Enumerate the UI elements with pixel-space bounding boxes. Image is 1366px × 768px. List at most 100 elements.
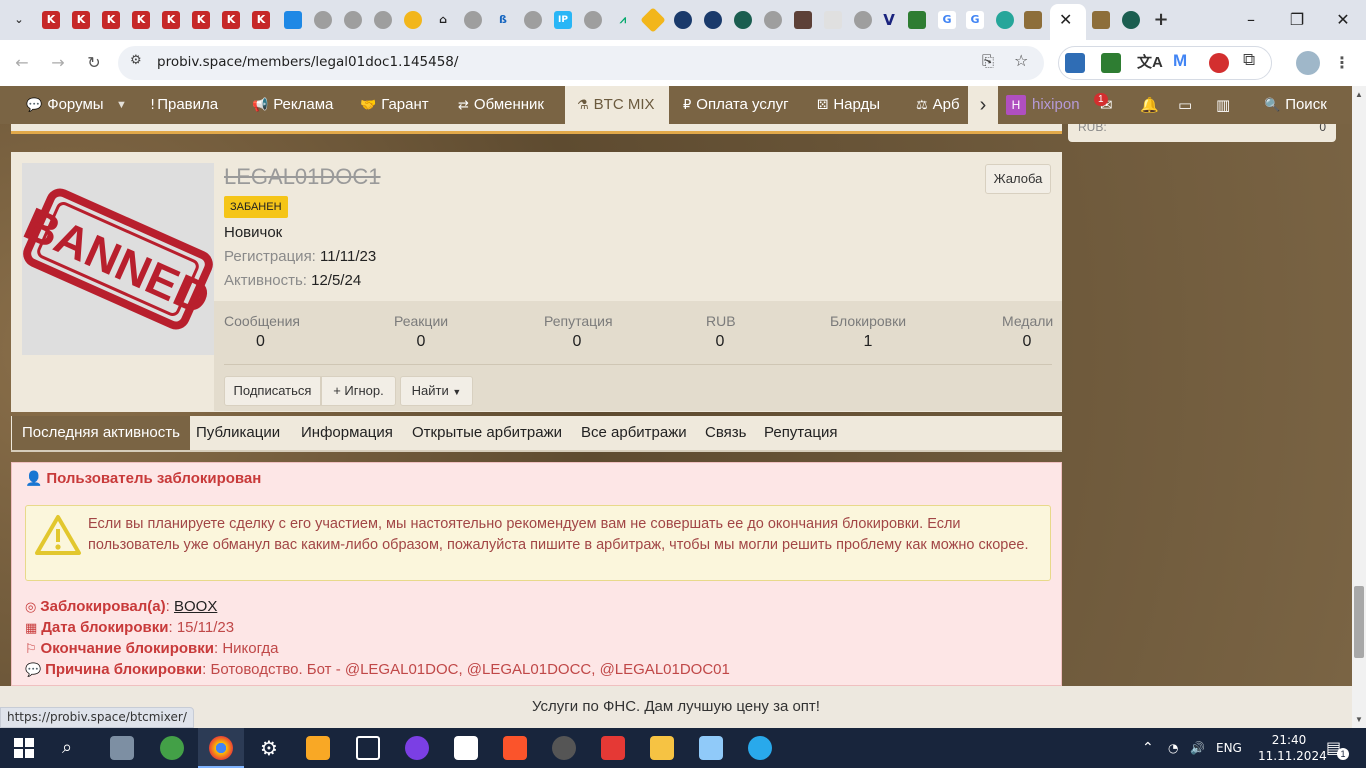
extension-icon[interactable]: [1101, 53, 1121, 73]
ad-banner[interactable]: Услуги по ФНС. Дам лучшую цену за опт!: [0, 686, 1352, 728]
extension-icon[interactable]: [1209, 53, 1229, 73]
tab-favicon-google-icon[interactable]: G: [966, 11, 984, 29]
menu-kebab-icon[interactable]: ⋮: [1330, 51, 1354, 75]
minimize-icon[interactable]: –: [1236, 8, 1266, 32]
tab-favicon-icon[interactable]: [824, 11, 842, 29]
tab-all-arbitrations[interactable]: Все арбитражи: [581, 416, 687, 450]
tab-favicon-k-icon[interactable]: K: [72, 11, 90, 29]
tab-favicon-v-icon[interactable]: V: [880, 11, 898, 29]
stat-reactions[interactable]: Реакции 0: [394, 313, 448, 351]
volume-icon[interactable]: 🔊: [1190, 728, 1205, 768]
taskbar-settings-icon[interactable]: ⚙: [260, 728, 278, 768]
nav-btc-mix[interactable]: ⚗ BTC MIX: [565, 86, 669, 124]
nav-backgammon[interactable]: ⚄ Нарды: [817, 86, 880, 124]
extension-mail-icon[interactable]: [1065, 53, 1085, 73]
stat-bans[interactable]: Блокировки 1: [830, 313, 906, 351]
forward-icon[interactable]: →: [46, 51, 70, 75]
nav-rules[interactable]: ! Правила: [150, 86, 218, 124]
scroll-up-icon[interactable]: ▲: [1355, 90, 1363, 99]
tab-favicon-icon[interactable]: [908, 11, 926, 29]
tab-reputation[interactable]: Репутация: [764, 416, 837, 450]
taskbar-app-icon[interactable]: [699, 736, 723, 760]
ad-text[interactable]: Услуги по ФНС. Дам лучшую цену за опт!: [0, 698, 1352, 715]
tab-favicon-globe-icon[interactable]: [374, 11, 392, 29]
active-tab[interactable]: ✕: [1050, 4, 1086, 40]
taskbar-app-icon[interactable]: [306, 736, 330, 760]
stat-medals[interactable]: Медали 0: [1002, 313, 1053, 351]
tab-favicon-icon[interactable]: [1024, 11, 1042, 29]
stats-chart-icon[interactable]: ▥: [1216, 86, 1230, 124]
find-dropdown-button[interactable]: Найти ▼: [400, 376, 473, 406]
tab-favicon-icon[interactable]: [284, 11, 302, 29]
bookmark-star-icon[interactable]: ☆: [1014, 51, 1028, 70]
taskbar-app-icon[interactable]: [110, 736, 134, 760]
tab-favicon-icon[interactable]: [674, 11, 692, 29]
reload-icon[interactable]: ↻: [82, 51, 106, 75]
tab-information[interactable]: Информация: [301, 416, 393, 450]
taskbar-chrome-icon[interactable]: [209, 736, 233, 760]
tab-favicon-globe-icon[interactable]: [344, 11, 362, 29]
tab-favicon-k-icon[interactable]: K: [222, 11, 240, 29]
scroll-down-icon[interactable]: ▼: [1355, 715, 1363, 724]
windows-start-icon[interactable]: [14, 738, 34, 758]
tab-favicon-globe-icon[interactable]: [464, 11, 482, 29]
tab-contact[interactable]: Связь: [705, 416, 746, 450]
tab-favicon-globe-icon[interactable]: [524, 11, 542, 29]
tab-favicon-globe-icon[interactable]: [854, 11, 872, 29]
nav-arbitration[interactable]: ⚖ Арб: [916, 86, 968, 124]
tab-latest-activity[interactable]: Последняя активность: [12, 416, 190, 450]
back-icon[interactable]: ←: [10, 51, 34, 75]
taskbar-explorer-icon[interactable]: [650, 736, 674, 760]
tab-favicon-icon[interactable]: ß: [494, 11, 512, 29]
tab-favicon-icon[interactable]: [1092, 11, 1110, 29]
search-button[interactable]: 🔍 Поиск: [1264, 86, 1327, 124]
scrollbar-thumb[interactable]: [1354, 586, 1364, 658]
tab-favicon-google-icon[interactable]: G: [938, 11, 956, 29]
tab-search-chevron-icon[interactable]: ⌄: [10, 11, 28, 29]
close-tab-icon[interactable]: ✕: [1059, 10, 1072, 29]
tab-favicon-home-icon[interactable]: ⌂: [434, 11, 452, 29]
taskbar-telegram-icon[interactable]: [748, 736, 772, 760]
nav-ads[interactable]: 📢 Реклама: [252, 86, 333, 124]
taskbar-app-icon[interactable]: [454, 736, 478, 760]
tab-open-arbitrations[interactable]: Открытые арбитражи: [412, 416, 562, 450]
new-tab-button[interactable]: +: [1152, 11, 1170, 29]
tab-favicon-ip-icon[interactable]: IP: [554, 11, 572, 29]
tab-favicon-globe-icon[interactable]: [314, 11, 332, 29]
nav-guarantor[interactable]: 🤝 Гарант: [360, 86, 429, 124]
install-app-icon[interactable]: ⎘: [982, 52, 994, 70]
language-indicator[interactable]: ENG: [1216, 728, 1242, 768]
taskbar-app-icon[interactable]: [552, 736, 576, 760]
stat-messages[interactable]: Сообщения 0: [224, 313, 300, 351]
translate-icon[interactable]: 文A: [1137, 51, 1163, 72]
taskbar-app-icon[interactable]: [356, 736, 380, 760]
tab-favicon-globe-icon[interactable]: [764, 11, 782, 29]
wallet-icon[interactable]: ▭: [1178, 86, 1192, 124]
clock[interactable]: 21:40 11.11.2024: [1258, 732, 1327, 764]
taskbar-brave-icon[interactable]: [503, 736, 527, 760]
profile-avatar[interactable]: [1296, 51, 1320, 75]
tab-favicon-k-icon[interactable]: K: [102, 11, 120, 29]
tray-chevron-icon[interactable]: ⌃: [1142, 728, 1154, 768]
subscribe-button[interactable]: Подписаться: [224, 376, 321, 406]
extensions-puzzle-icon[interactable]: ⧉: [1243, 50, 1255, 70]
tab-publications[interactable]: Публикации: [196, 416, 280, 450]
tab-favicon-k-icon[interactable]: K: [132, 11, 150, 29]
nav-forums[interactable]: 💬 Форумы: [26, 86, 104, 124]
blocked-by-user-link[interactable]: BOOX: [174, 598, 217, 615]
tab-favicon-k-icon[interactable]: K: [252, 11, 270, 29]
tab-favicon-icon[interactable]: [794, 11, 812, 29]
search-icon[interactable]: ⌕: [62, 728, 72, 768]
stat-rub[interactable]: RUB 0: [706, 313, 736, 351]
alerts-bell-icon[interactable]: 🔔: [1140, 86, 1159, 124]
username-link[interactable]: hixipon: [1032, 86, 1080, 124]
nav-payment[interactable]: ₽ Оплата услуг: [683, 86, 789, 124]
nav-forums-dropdown-icon[interactable]: ▼: [116, 86, 127, 124]
tab-favicon-k-icon[interactable]: K: [192, 11, 210, 29]
tab-favicon-icon[interactable]: ⩘: [614, 11, 632, 29]
report-button[interactable]: Жалоба: [985, 164, 1051, 194]
close-window-icon[interactable]: ✕: [1328, 8, 1358, 32]
gmail-icon[interactable]: M: [1173, 51, 1187, 71]
tab-favicon-k-icon[interactable]: K: [162, 11, 180, 29]
user-avatar[interactable]: H: [1006, 95, 1026, 115]
